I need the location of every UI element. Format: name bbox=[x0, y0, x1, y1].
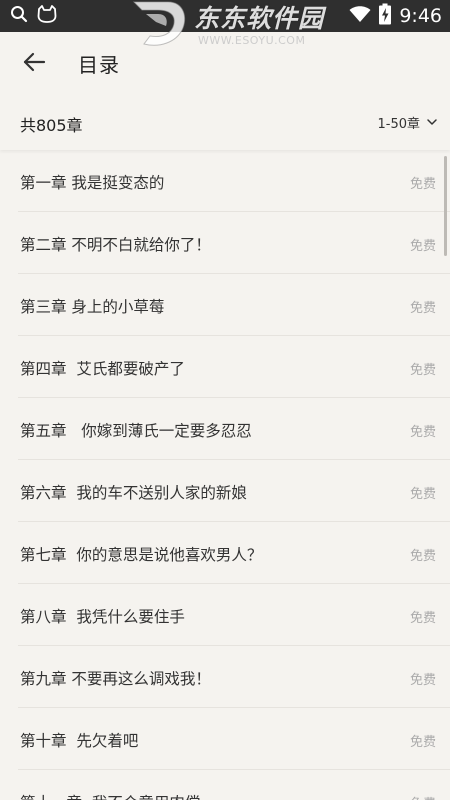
chapter-title: 第七章 你的意思是说他喜欢男人？ bbox=[20, 546, 263, 564]
chapter-free-badge: 免费 bbox=[409, 239, 436, 254]
chapter-item[interactable]: 第一章 我是挺变态的 免费 bbox=[0, 150, 450, 212]
chapter-free-badge: 免费 bbox=[409, 673, 436, 688]
status-left-icons bbox=[10, 0, 58, 32]
page-title: 目录 bbox=[78, 53, 120, 77]
chapter-free-badge: 免费 bbox=[409, 735, 436, 750]
chapter-title: 第九章 不要再这么调戏我！ bbox=[20, 670, 211, 688]
chapter-free-badge: 免费 bbox=[409, 611, 436, 626]
chevron-down-icon bbox=[426, 113, 438, 132]
arrow-left-icon bbox=[22, 50, 46, 78]
chapter-range-label: 1-50章 bbox=[377, 116, 420, 132]
chapter-free-badge: 免费 bbox=[409, 487, 436, 502]
chapter-range-dropdown[interactable]: 1-50章 bbox=[377, 110, 438, 134]
watermark-logo-icon bbox=[128, 0, 192, 56]
chapter-item[interactable]: 第十一章 我不介意用肉偿 免费 bbox=[0, 770, 450, 800]
chapter-title: 第三章 身上的小草莓 bbox=[20, 298, 165, 316]
chapter-item[interactable]: 第五章 你嫁到薄氏一定要多忍忍 免费 bbox=[0, 398, 450, 460]
watermark-url: WWW.ESOYU.COM bbox=[198, 34, 306, 47]
scrollbar[interactable] bbox=[444, 156, 447, 256]
chapter-count: 共805章 bbox=[20, 116, 83, 135]
chapter-free-badge: 免费 bbox=[410, 793, 436, 800]
cat-face-icon bbox=[36, 5, 58, 27]
chapter-item[interactable]: 第十章 先欠着吧 免费 bbox=[0, 708, 450, 770]
chapter-title: 第二章 不明不白就给你了！ bbox=[20, 236, 211, 254]
battery-charging-icon bbox=[378, 3, 392, 29]
chapter-title: 第五章 你嫁到薄氏一定要多忍忍 bbox=[20, 422, 252, 440]
site-watermark: 东东软件园 WWW.ESOYU.COM bbox=[128, 0, 338, 50]
search-icon bbox=[10, 5, 28, 27]
catalog-summary-row: 共805章 1-50章 bbox=[0, 94, 450, 150]
chapter-free-badge: 免费 bbox=[409, 549, 436, 564]
status-right-icons: 9:46 bbox=[349, 0, 442, 32]
chapter-title: 第十一章 我不介意用肉偿 bbox=[20, 791, 200, 800]
chapter-title: 第四章 艾氏都要破产了 bbox=[20, 360, 185, 378]
chapter-item[interactable]: 第八章 我凭什么要住手 免费 bbox=[0, 584, 450, 646]
chapter-item[interactable]: 第六章 我的车不送别人家的新娘 免费 bbox=[0, 460, 450, 522]
chapter-title: 第十章 先欠着吧 bbox=[20, 732, 139, 750]
watermark-title: 东东软件园 bbox=[194, 4, 325, 33]
chapter-free-badge: 免费 bbox=[409, 425, 436, 440]
chapter-free-badge: 免费 bbox=[409, 363, 436, 378]
chapter-item[interactable]: 第九章 不要再这么调戏我！ 免费 bbox=[0, 646, 450, 708]
chapter-title: 第八章 我凭什么要住手 bbox=[20, 608, 185, 626]
chapter-title: 第六章 我的车不送别人家的新娘 bbox=[20, 484, 247, 502]
chapter-item[interactable]: 第二章 不明不白就给你了！ 免费 bbox=[0, 212, 450, 274]
chapter-item[interactable]: 第七章 你的意思是说他喜欢男人？ 免费 bbox=[0, 522, 450, 584]
chapter-list[interactable]: 第一章 我是挺变态的 免费 第二章 不明不白就给你了！ 免费 第三章 身上的小草莓 免费第… bbox=[0, 150, 450, 800]
chapter-item[interactable]: 第三章 身上的小草莓 免费 bbox=[0, 274, 450, 336]
chapter-title: 第一章 我是挺变态的 bbox=[20, 174, 165, 192]
back-button[interactable] bbox=[16, 46, 52, 82]
status-time: 9:46 bbox=[399, 5, 442, 27]
chapter-free-badge: 免费 bbox=[409, 301, 436, 316]
chapter-free-badge: 免费 bbox=[409, 177, 436, 192]
chapter-item[interactable]: 第四章 艾氏都要破产了 免费 bbox=[0, 336, 450, 398]
chapter-catalog-screen: 9:46 东东软件园 WWW.ESOYU.COM 目录 共805章 1-50章 … bbox=[0, 0, 450, 800]
wifi-icon bbox=[349, 5, 371, 27]
